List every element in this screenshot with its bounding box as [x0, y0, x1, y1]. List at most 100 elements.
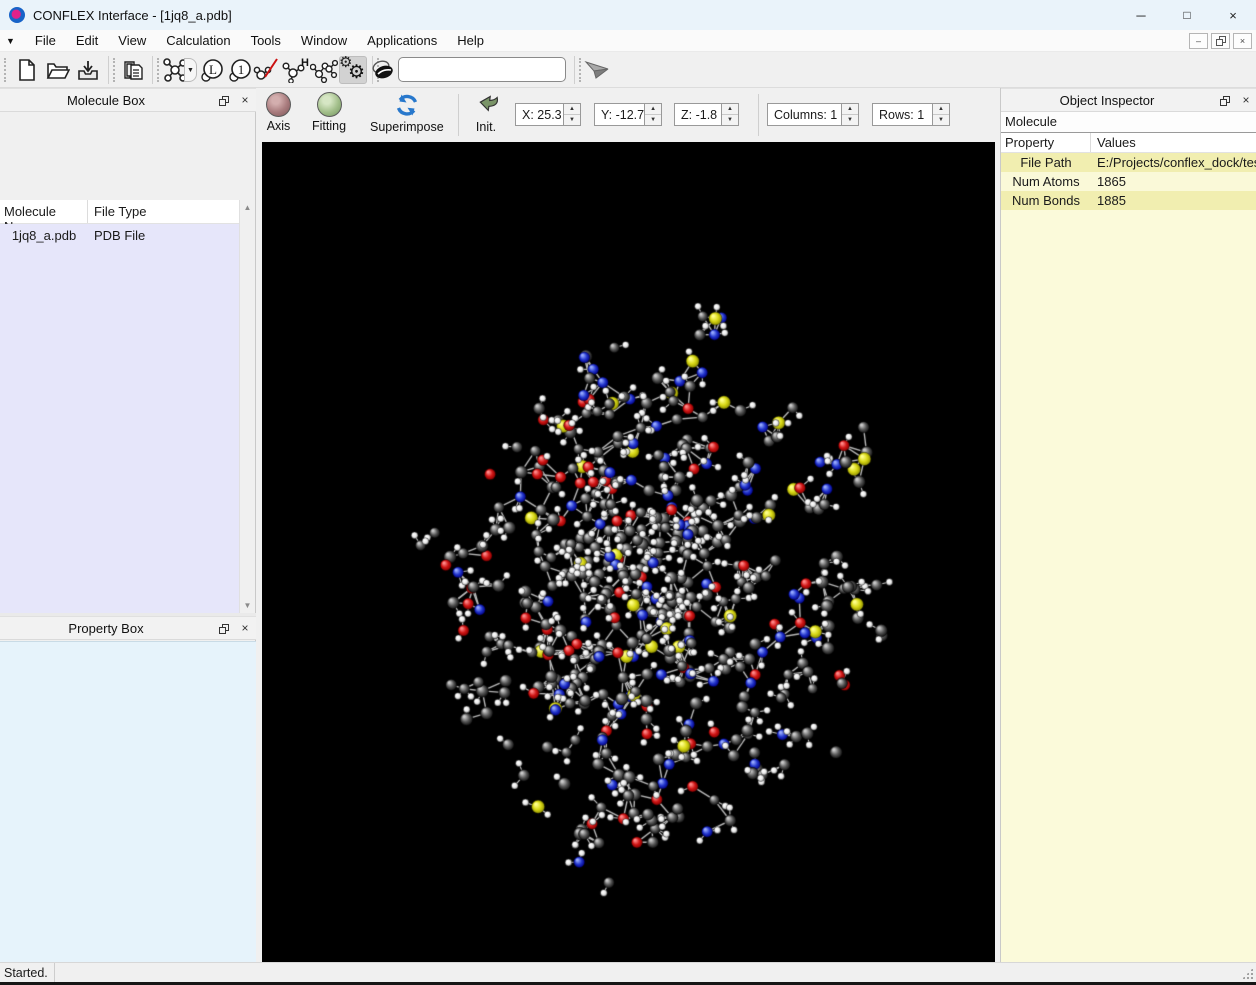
fitting-button[interactable]: Fitting: [308, 90, 350, 135]
molecule-box-close-button[interactable]: ×: [234, 91, 256, 109]
column-property-name[interactable]: Property Name: [1001, 133, 1091, 152]
object-inspector-float-button[interactable]: [1213, 91, 1235, 109]
duplicate-molecule-button[interactable]: [310, 56, 338, 84]
z-value: -1.8: [696, 108, 718, 122]
x-spin-buttons[interactable]: ▲▼: [563, 104, 580, 125]
toolbar-drag-handle[interactable]: [579, 58, 582, 82]
center-area: Axis Fitting Superimpose In: [256, 88, 1000, 962]
minimize-button[interactable]: ─: [1118, 0, 1164, 30]
property-value-cell: E:/Projects/conflex_dock/tes...: [1091, 155, 1256, 170]
menu-window[interactable]: Window: [291, 31, 357, 50]
clean-structure-button[interactable]: [370, 56, 396, 84]
y-spin-buttons[interactable]: ▲▼: [644, 104, 661, 125]
mdi-system-menu-icon[interactable]: ▼: [6, 36, 15, 46]
conflex-window: CONFLEX Interface - [1jq8_a.pdb] ─ □ × ▼…: [0, 0, 1256, 985]
scroll-down-icon[interactable]: ▼: [244, 598, 252, 613]
copy-icon: [122, 59, 144, 81]
menu-file[interactable]: File: [25, 31, 66, 50]
property-box-title: Property Box: [0, 621, 212, 636]
rows-spinner[interactable]: Rows: 1 ▲▼: [872, 103, 950, 126]
resize-grip-icon[interactable]: [1241, 967, 1254, 980]
property-name-cell: Num Bonds: [1001, 193, 1091, 208]
mdi-restore-icon: [1216, 36, 1225, 45]
open-file-button[interactable]: [44, 56, 72, 84]
inspector-row-file-path[interactable]: File Path E:/Projects/conflex_dock/tes..…: [1001, 153, 1256, 172]
y-value: -12.7: [616, 108, 645, 122]
toolbar-drag-handle[interactable]: [113, 58, 116, 82]
edit-molecule-button[interactable]: [252, 56, 280, 84]
columns-spin-buttons[interactable]: ▲▼: [841, 104, 858, 125]
column-values[interactable]: Values: [1091, 133, 1256, 152]
x-coordinate-spinner[interactable]: X: 25.3 ▲▼: [515, 103, 581, 126]
column-molecule-name[interactable]: Molecule Name: [0, 200, 88, 223]
viewport-3d[interactable]: [262, 142, 995, 962]
property-value-cell: 1865: [1091, 174, 1256, 189]
column-file-type[interactable]: File Type: [88, 200, 240, 223]
z-label: Z:: [681, 108, 692, 122]
add-hydrogen-button[interactable]: H: [281, 56, 309, 84]
spin-up-icon: ▲: [722, 104, 738, 115]
molecule-list-scrollbar[interactable]: ▲ ▼: [239, 200, 255, 613]
property-name-cell: File Path: [1001, 155, 1091, 170]
y-coordinate-spinner[interactable]: Y: -12.7 ▲▼: [594, 103, 662, 126]
fitting-label: Fitting: [312, 119, 346, 133]
inspector-row-num-atoms[interactable]: Num Atoms 1865: [1001, 172, 1256, 191]
label-element-button[interactable]: L: [198, 56, 226, 84]
toolbar-separator: [758, 94, 759, 136]
inspector-table-header: Property Name Values: [1001, 133, 1256, 153]
molecule-canvas[interactable]: [262, 142, 995, 962]
toolbar-drag-handle[interactable]: [157, 58, 160, 82]
menu-applications[interactable]: Applications: [357, 31, 447, 50]
settings-button[interactable]: ⚙ ⚙: [339, 56, 367, 84]
columns-spinner[interactable]: Columns: 1 ▲▼: [767, 103, 859, 126]
mdi-minimize-button[interactable]: –: [1189, 33, 1208, 49]
object-inspector-title: Object Inspector: [1001, 93, 1213, 108]
property-box-titlebar: Property Box ×: [0, 616, 256, 640]
columns-value: 1: [830, 108, 837, 122]
menu-help[interactable]: Help: [447, 31, 494, 50]
svg-text:H: H: [301, 57, 309, 69]
close-button[interactable]: ×: [1210, 0, 1256, 30]
z-spin-buttons[interactable]: ▲▼: [721, 104, 738, 125]
superimpose-button[interactable]: Superimpose: [366, 90, 448, 136]
axis-label: Axis: [267, 119, 291, 133]
new-file-button[interactable]: [13, 56, 41, 84]
inspector-row-num-bonds[interactable]: Num Bonds 1885: [1001, 191, 1256, 210]
save-button[interactable]: [74, 56, 102, 84]
molecule-row[interactable]: 1jq8_a.pdb PDB File: [0, 224, 240, 246]
object-inspector-close-button[interactable]: ×: [1235, 91, 1256, 109]
rows-spin-buttons[interactable]: ▲▼: [932, 104, 949, 125]
run-command-button[interactable]: [583, 56, 611, 84]
molecule-box-float-button[interactable]: [212, 91, 234, 109]
property-value-cell: 1885: [1091, 193, 1256, 208]
spin-down-icon: ▼: [842, 115, 858, 125]
label-number-button[interactable]: 1: [226, 56, 254, 84]
init-button[interactable]: Init.: [468, 90, 504, 136]
mdi-close-button[interactable]: ×: [1233, 33, 1252, 49]
command-input[interactable]: [398, 57, 566, 82]
menu-calculation[interactable]: Calculation: [156, 31, 240, 50]
float-icon: [219, 96, 228, 105]
z-coordinate-spinner[interactable]: Z: -1.8 ▲▼: [674, 103, 739, 126]
init-arrow-icon: [472, 92, 500, 118]
scroll-up-icon[interactable]: ▲: [244, 200, 252, 215]
axis-button[interactable]: Axis: [262, 90, 295, 135]
minimize-icon: ─: [1136, 8, 1145, 23]
mdi-restore-button[interactable]: [1211, 33, 1230, 49]
send-arrow-icon: [584, 60, 610, 80]
property-box-close-button[interactable]: ×: [234, 619, 256, 637]
spin-up-icon: ▲: [564, 104, 580, 115]
build-molecule-dropdown-button[interactable]: ▼: [184, 58, 197, 82]
maximize-icon: □: [1183, 8, 1190, 22]
y-label: Y:: [601, 108, 612, 122]
menu-view[interactable]: View: [108, 31, 156, 50]
copy-button[interactable]: [119, 56, 147, 84]
axis-icon: [266, 92, 291, 117]
circle-l-icon: L: [199, 57, 225, 83]
toolbar-drag-handle[interactable]: [4, 58, 7, 82]
menu-tools[interactable]: Tools: [241, 31, 291, 50]
maximize-button[interactable]: □: [1164, 0, 1210, 30]
property-box-float-button[interactable]: [212, 619, 234, 637]
close-icon: ×: [1242, 93, 1249, 107]
menu-edit[interactable]: Edit: [66, 31, 108, 50]
